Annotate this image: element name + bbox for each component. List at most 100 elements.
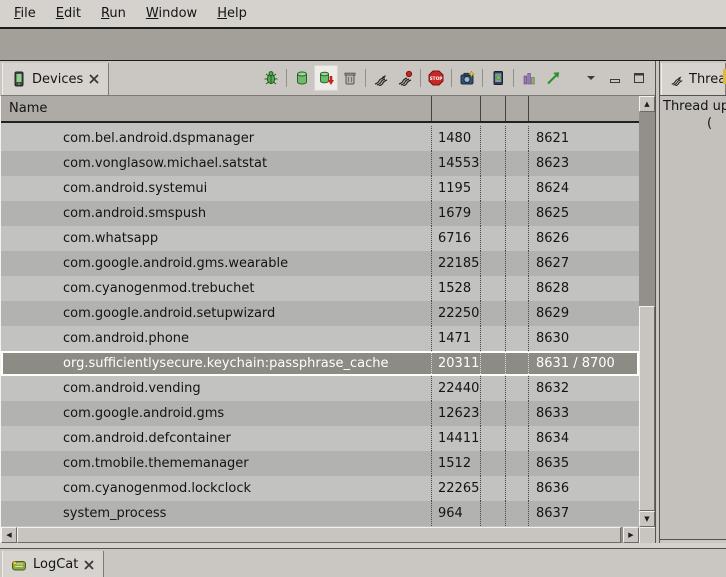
process-pid: 22440 <box>431 376 480 401</box>
scroll-right-button[interactable]: ▶ <box>623 527 639 543</box>
status-cell <box>505 201 528 226</box>
threads-message: Thread up ( <box>660 95 726 540</box>
status-cell <box>480 176 505 201</box>
process-name: com.android.smspush <box>1 201 431 226</box>
status-cell <box>505 276 528 301</box>
tracing-button[interactable] <box>541 65 565 91</box>
logcat-tab-band: LogCat <box>0 548 726 577</box>
debug-process-button[interactable] <box>259 65 283 91</box>
green-arrow-icon <box>545 70 561 86</box>
table-row[interactable]: com.android.phone 1471 8630 <box>1 326 639 351</box>
vertical-scroll-thumb[interactable] <box>639 306 655 511</box>
view-menu-button[interactable] <box>579 65 603 91</box>
status-cell <box>505 351 528 376</box>
process-pid: 20311 <box>431 351 480 376</box>
horizontal-scrollbar[interactable]: ◀ ▶ <box>1 527 639 543</box>
process-port: 8634 <box>528 426 639 451</box>
table-row[interactable]: com.google.android.gms.wearable 22185 86… <box>1 251 639 276</box>
trash-icon <box>342 70 358 86</box>
table-row[interactable]: com.tmobile.thememanager 1512 8635 <box>1 451 639 476</box>
tab-logcat[interactable]: LogCat <box>2 551 104 577</box>
process-port: 8626 <box>528 226 639 251</box>
table-row[interactable]: com.google.android.setupwizard 22250 862… <box>1 301 639 326</box>
screen-record-button[interactable] <box>486 65 510 91</box>
menu-item[interactable]: Window <box>136 3 207 24</box>
update-threads-button[interactable] <box>369 65 393 91</box>
stop-icon: STOP <box>428 70 444 86</box>
minimize-button[interactable] <box>603 65 627 91</box>
process-port: 8631 / 8700 <box>528 351 639 376</box>
process-port: 8630 <box>528 326 639 351</box>
toolbar-separator <box>513 69 514 87</box>
process-name: org.sufficientlysecure.keychain:passphra… <box>1 351 431 376</box>
menu-item[interactable]: Help <box>207 3 257 24</box>
maximize-button[interactable] <box>627 65 651 91</box>
screen-capture-button[interactable] <box>455 65 479 91</box>
scroll-up-button[interactable]: ▲ <box>639 96 655 112</box>
toolbar-separator <box>451 69 452 87</box>
tab-logcat-label: LogCat <box>33 557 78 572</box>
column-header-name[interactable]: Name <box>1 96 431 121</box>
menu-item[interactable]: Edit <box>46 3 91 24</box>
menu-item[interactable]: Run <box>91 3 136 24</box>
status-cell <box>480 276 505 301</box>
table-row[interactable]: com.android.smspush 1679 8625 <box>1 201 639 226</box>
sysinfo-button[interactable] <box>517 65 541 91</box>
update-heap-button[interactable] <box>290 65 314 91</box>
heap-icon <box>294 70 310 86</box>
toolbar-separator <box>365 69 366 87</box>
table-row[interactable]: com.android.defcontainer 14411 8634 <box>1 426 639 451</box>
table-row[interactable]: com.android.vending 22440 8632 <box>1 376 639 401</box>
table-row[interactable]: com.android.systemui 1195 8624 <box>1 176 639 201</box>
table-row[interactable]: system_process 964 8637 <box>1 501 639 526</box>
devices-table: Name com.bel.android.dspmanager 1 <box>0 95 655 543</box>
cause-gc-button[interactable] <box>338 65 362 91</box>
close-icon[interactable] <box>88 73 100 85</box>
close-icon[interactable] <box>83 559 95 571</box>
table-row[interactable]: org.sufficientlysecure.keychain:passphra… <box>1 351 639 376</box>
table-row[interactable]: com.cyanogenmod.trebuchet 1528 8628 <box>1 276 639 301</box>
column-header-status1[interactable] <box>480 96 505 121</box>
status-cell <box>480 201 505 226</box>
process-port: 8637 <box>528 501 639 526</box>
table-header: Name <box>1 96 639 123</box>
status-cell <box>505 151 528 176</box>
tab-threads[interactable]: Threads <box>661 63 726 95</box>
status-cell <box>505 451 528 476</box>
status-cell <box>480 126 505 151</box>
toolbar-separator <box>482 69 483 87</box>
process-name: com.tmobile.thememanager <box>1 451 431 476</box>
scroll-left-button[interactable]: ◀ <box>1 527 17 543</box>
devices-view: Devices <box>0 61 655 543</box>
column-header-status2[interactable] <box>505 96 528 121</box>
status-cell <box>505 476 528 501</box>
status-cell <box>480 151 505 176</box>
column-header-port[interactable] <box>528 96 639 121</box>
process-pid: 12623 <box>431 401 480 426</box>
status-cell <box>480 251 505 276</box>
devices-toolbar: STOP <box>259 64 651 92</box>
tab-devices[interactable]: Devices <box>2 63 109 95</box>
dump-hprof-button[interactable] <box>314 65 338 91</box>
column-header-pid[interactable] <box>431 96 480 121</box>
process-name: com.android.systemui <box>1 176 431 201</box>
table-row[interactable]: com.whatsapp 6716 8626 <box>1 226 639 251</box>
method-profiling-button[interactable] <box>393 65 417 91</box>
process-name: com.cyanogenmod.lockclock <box>1 476 431 501</box>
threads-icon <box>373 70 389 86</box>
table-row[interactable]: com.bel.android.dspmanager 1480 8621 <box>1 126 639 151</box>
status-cell <box>480 351 505 376</box>
table-row[interactable]: com.google.android.gms 12623 8633 <box>1 401 639 426</box>
menu-item[interactable]: File <box>4 3 46 24</box>
process-port: 8632 <box>528 376 639 401</box>
horizontal-scroll-thumb[interactable] <box>17 527 621 543</box>
scroll-down-button[interactable]: ▼ <box>639 511 655 527</box>
table-row[interactable]: com.cyanogenmod.lockclock 22265 8636 <box>1 476 639 501</box>
threads-message-line2: ( <box>663 115 726 132</box>
process-name: com.vonglasow.michael.satstat <box>1 151 431 176</box>
process-pid: 22250 <box>431 301 480 326</box>
stop-process-button[interactable]: STOP <box>424 65 448 91</box>
table-row[interactable]: com.vonglasow.michael.satstat 14553 8623 <box>1 151 639 176</box>
process-port: 8621 <box>528 126 639 151</box>
vertical-scrollbar[interactable]: ▲ ▼ <box>639 96 655 527</box>
